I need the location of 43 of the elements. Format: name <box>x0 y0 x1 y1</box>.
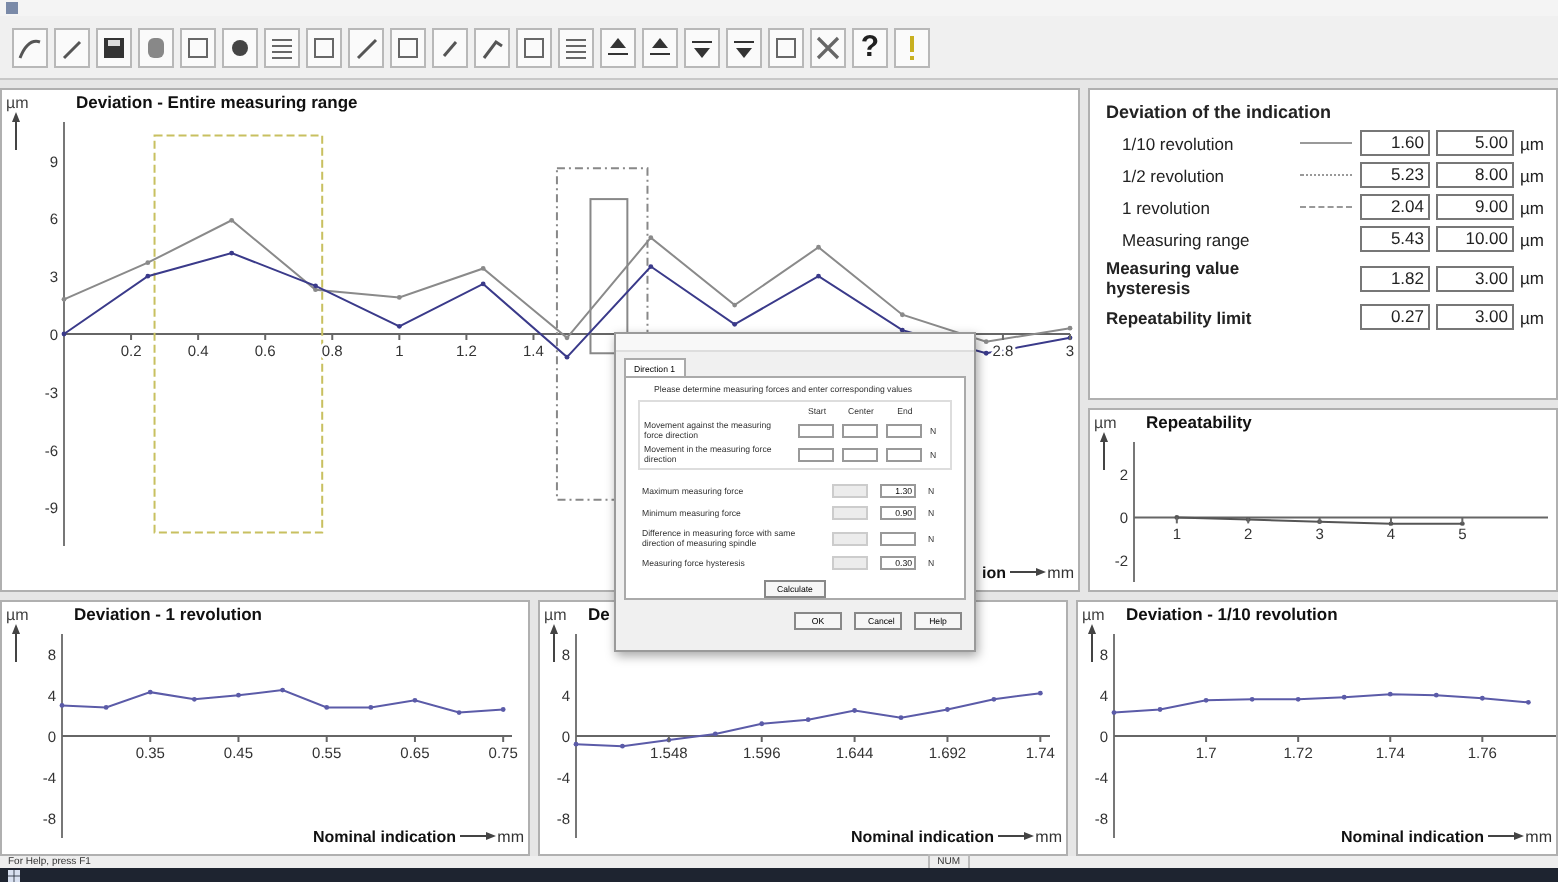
chart-title: Deviation - Entire measuring range <box>76 92 358 112</box>
x-axis-title: Nominal indication <box>850 828 994 846</box>
row-label: 1/10 revolution <box>1120 133 1236 153</box>
chart-title: Repeatability <box>1146 412 1252 432</box>
x-unit-label: mm <box>1525 828 1552 846</box>
chart-title: Deviation - 1 revolution <box>74 604 262 624</box>
limit-field: 3.00 <box>1436 265 1514 291</box>
x-axis-title: Nominal indication <box>312 828 456 846</box>
value-field: 1.82 <box>1360 265 1430 291</box>
x-unit-label: mm <box>497 828 524 846</box>
row-label: 1/2 revolution <box>1120 165 1227 185</box>
chart-title: Deviation - 1/10 revolution <box>1126 604 1338 624</box>
value-field: 2.04 <box>1360 194 1430 220</box>
value-field: 0.27 <box>1360 304 1430 330</box>
unit-label: µm <box>1520 133 1546 153</box>
x-unit-label: mm <box>1035 828 1062 846</box>
x-unit-label: mm <box>1047 564 1074 582</box>
limit-field: 9.00 <box>1436 194 1514 220</box>
x-axis-title: Nominal indication <box>1340 828 1484 846</box>
value-field: 5.23 <box>1360 162 1430 188</box>
y-unit-label: µm <box>6 94 29 112</box>
panel-title: Deviation of the indication <box>1106 102 1334 122</box>
y-unit-label: µm <box>544 606 567 624</box>
y-unit-label: µm <box>6 606 29 624</box>
limit-field: 5.00 <box>1436 130 1514 156</box>
y-unit-label: µm <box>1094 414 1117 432</box>
unit-label: µm <box>1520 197 1546 217</box>
value-field: 1.60 <box>1360 130 1430 156</box>
value-field: 5.43 <box>1360 226 1430 252</box>
unit-label: µm <box>1520 165 1546 185</box>
row-label: Repeatability limit <box>1106 307 1254 327</box>
unit-label: µm <box>1520 307 1546 327</box>
limit-field: 8.00 <box>1436 162 1514 188</box>
limit-field: 10.00 <box>1436 226 1514 252</box>
chart-title: De <box>588 604 610 624</box>
unit-label: µm <box>1520 268 1546 288</box>
x-axis-title: ion <box>982 564 1006 582</box>
row-label: Measuring value hysteresis <box>1106 258 1242 298</box>
limit-field: 3.00 <box>1436 304 1514 330</box>
row-label: 1 revolution <box>1120 197 1212 217</box>
unit-label: µm <box>1520 229 1546 249</box>
y-unit-label: µm <box>1082 606 1105 624</box>
row-label: Measuring range <box>1120 229 1252 249</box>
